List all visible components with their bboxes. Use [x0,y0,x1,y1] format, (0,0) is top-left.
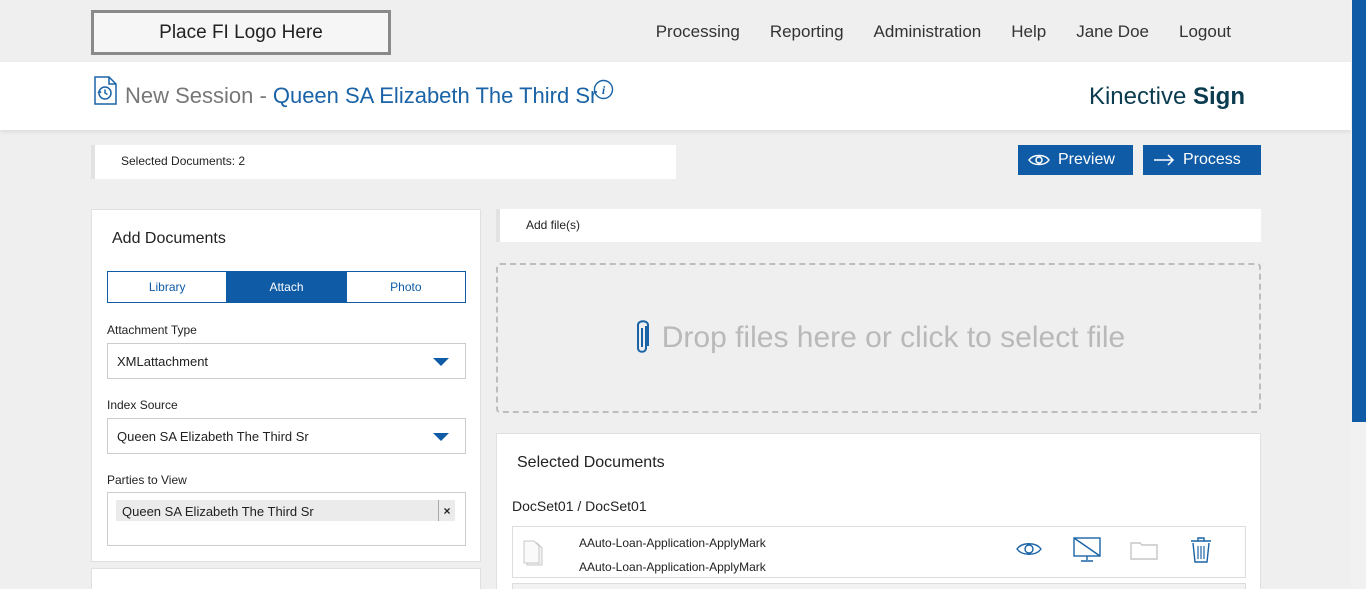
remove-party-button[interactable]: × [438,500,455,521]
nav-reporting[interactable]: Reporting [770,22,844,42]
index-source-value: Queen SA Elizabeth The Third Sr [117,429,309,444]
selected-documents-title: Selected Documents [517,454,665,471]
arrow-right-icon [1154,154,1175,166]
svg-text:i: i [602,83,606,97]
preview-label: Preview [1058,151,1115,168]
eye-icon [1028,154,1050,166]
nav-processing[interactable]: Processing [656,22,740,42]
tab-attach[interactable]: Attach [227,272,347,302]
party-chip: Queen SA Elizabeth The Third Sr × [116,500,455,521]
document-source-tabs: Library Attach Photo [107,271,466,303]
nav-help[interactable]: Help [1011,22,1046,42]
nav-logout[interactable]: Logout [1179,22,1231,42]
no-display-icon[interactable] [1073,537,1101,568]
add-files-label: Add file(s) [526,218,581,232]
trash-icon[interactable] [1190,537,1212,568]
index-source-select[interactable]: Queen SA Elizabeth The Third Sr [107,418,466,454]
main-nav: Processing Reporting Administration Help… [656,22,1231,42]
nav-user[interactable]: Jane Doe [1076,22,1149,42]
paperclip-icon [636,320,649,353]
brand-light: Kinective [1088,83,1187,110]
attachment-type-label: Attachment Type [107,323,197,337]
session-history-icon [92,76,118,111]
info-icon[interactable]: i [593,79,614,105]
selected-documents-panel: Selected Documents DocSet01 / DocSet01 A… [496,433,1261,589]
scrollbar-thumb[interactable] [1352,0,1366,422]
logo-placeholder[interactable]: Place FI Logo Here [91,10,391,55]
page-title: New Session - Queen SA Elizabeth The Thir… [125,83,597,109]
party-chip-label: Queen SA Elizabeth The Third Sr [122,504,314,519]
brand-bold: Sign [1193,83,1245,110]
docset-label: DocSet01 / DocSet01 [512,498,647,514]
index-source-label: Index Source [107,398,178,412]
session-prefix: New Session - [125,83,267,108]
tab-library[interactable]: Library [108,272,228,302]
session-name: Queen SA Elizabeth The Third Sr [272,83,598,108]
folder-icon[interactable] [1130,540,1158,565]
eye-icon[interactable] [1016,541,1042,562]
summary-text: Selected Documents: 2 [121,154,246,168]
add-files-button[interactable]: Add file(s) [496,209,1261,242]
logo-text: Place FI Logo Here [159,21,323,43]
chevron-down-icon [433,433,449,441]
page-scrollbar[interactable] [1351,0,1366,589]
dropzone-text: Drop files here or click to select file [661,321,1126,354]
attachment-type-value: XMLattachment [117,354,209,369]
file-icon [523,539,545,572]
process-button[interactable]: Process [1143,145,1261,175]
add-documents-panel: Add Documents Library Attach Photo Attac… [91,209,481,562]
document-name: AAuto-Loan-Application-ApplyMark [579,536,766,550]
file-dropzone[interactable]: Drop files here or click to select file [496,263,1261,413]
brand-logo: Kinective Sign [1089,83,1245,111]
attachment-type-select[interactable]: XMLattachment [107,343,466,379]
chevron-down-icon [433,358,449,366]
document-row[interactable]: AAuto-Loan-Application-ApplyMark AAuto-L… [512,526,1246,578]
top-navbar: Place FI Logo Here Processing Reporting … [0,0,1351,62]
nav-administration[interactable]: Administration [874,22,982,42]
parties-to-view-label: Parties to View [107,473,187,487]
process-label: Process [1183,151,1241,168]
tab-photo[interactable]: Photo [347,272,465,302]
session-header: New Session - Queen SA Elizabeth The Thir… [0,62,1351,130]
parties-to-view-input[interactable]: Queen SA Elizabeth The Third Sr × [107,492,466,546]
preview-button[interactable]: Preview [1018,145,1133,175]
secondary-panel [91,568,481,589]
selected-documents-summary: Selected Documents: 2 [91,145,676,179]
add-documents-title: Add Documents [112,230,226,247]
document-type: AAuto-Loan-Application-ApplyMark [579,560,766,574]
document-row[interactable] [512,583,1246,589]
